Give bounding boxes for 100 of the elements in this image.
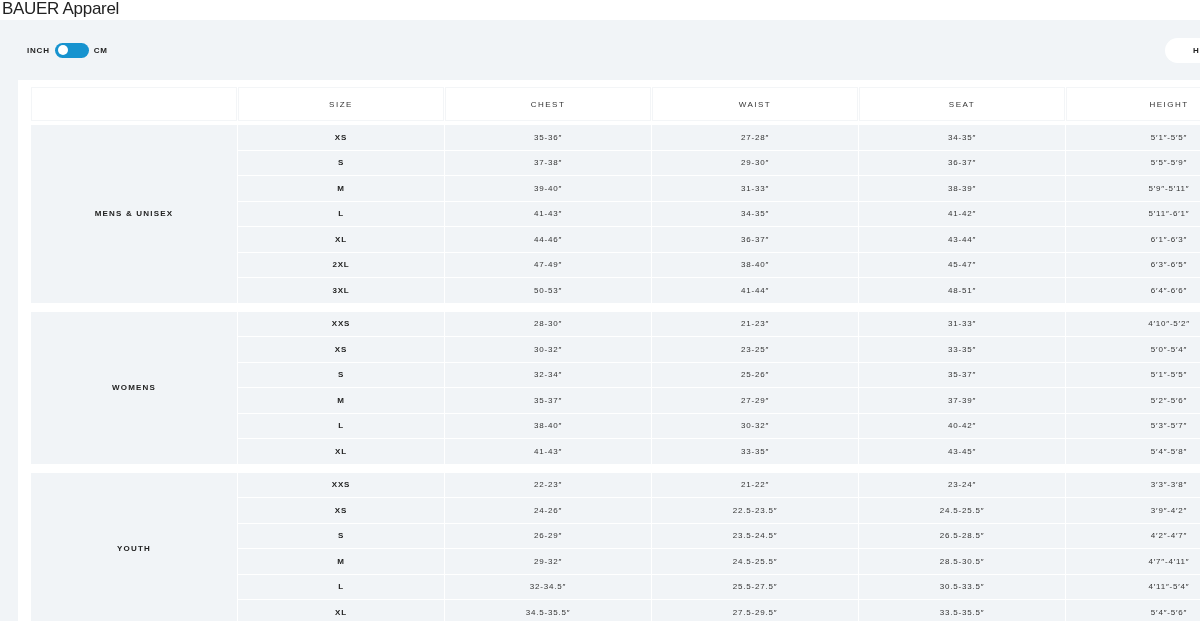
table-cell: XXS xyxy=(238,311,444,336)
table-cell: 36-37″ xyxy=(652,227,858,252)
table-cell: M xyxy=(238,176,444,201)
table-cell: 29-30″ xyxy=(652,150,858,175)
table-cell: 5′4″-5′8″ xyxy=(1066,439,1200,464)
table-cell: 44-46″ xyxy=(445,227,651,252)
table-cell: 4′10″-5′2″ xyxy=(1066,311,1200,336)
table-cell: 36-37″ xyxy=(859,150,1065,175)
table-cell: 4′2″-4′7″ xyxy=(1066,523,1200,548)
table-cell: 30-32″ xyxy=(445,337,651,362)
column-header: WAIST xyxy=(652,87,858,121)
table-cell: 39-40″ xyxy=(445,176,651,201)
table-cell: 33-35″ xyxy=(652,439,858,464)
table-cell: 5′4″-5′6″ xyxy=(1066,600,1200,621)
unit-label: INCH xyxy=(27,45,50,55)
table-cell: XL xyxy=(238,439,444,464)
table-cell: XS xyxy=(238,337,444,362)
table-cell: 48-51″ xyxy=(859,278,1065,303)
column-header: SIZE xyxy=(238,87,444,121)
table-cell: 43-45″ xyxy=(859,439,1065,464)
table-cell: 37-39″ xyxy=(859,388,1065,413)
table-cell: 30.5-33.5″ xyxy=(859,574,1065,599)
table-cell: 43-44″ xyxy=(859,227,1065,252)
table-cell: 33.5-35.5″ xyxy=(859,600,1065,621)
table-cell: 24.5-25.5″ xyxy=(859,498,1065,523)
table-cell: L xyxy=(238,413,444,438)
table-cell: 25.5-27.5″ xyxy=(652,574,858,599)
table-cell: 32-34″ xyxy=(445,362,651,387)
table-cell: S xyxy=(238,523,444,548)
table-cell: 38-40″ xyxy=(652,252,858,277)
group-cell: YOUTH xyxy=(31,472,237,621)
table-cell: L xyxy=(238,574,444,599)
column-header: CHEST xyxy=(445,87,651,121)
table-cell: 24-26″ xyxy=(445,498,651,523)
table-cell: 28-30″ xyxy=(445,311,651,336)
table-cell: 4′7″-4′11″ xyxy=(1066,549,1200,574)
table-cell: 6′1″-6′3″ xyxy=(1066,227,1200,252)
table-cell: XS xyxy=(238,125,444,150)
table-cell: 41-43″ xyxy=(445,439,651,464)
table-cell: 41-44″ xyxy=(652,278,858,303)
table-cell: 5′11″-6′1″ xyxy=(1066,201,1200,226)
table-cell: S xyxy=(238,150,444,175)
table-cell: XL xyxy=(238,600,444,621)
table-cell: 23.5-24.5″ xyxy=(652,523,858,548)
table-cell: 34.5-35.5″ xyxy=(445,600,651,621)
table-cell: 23-25″ xyxy=(652,337,858,362)
table-cell: 38-39″ xyxy=(859,176,1065,201)
table-cell: 5′2″-5′6″ xyxy=(1066,388,1200,413)
table-cell: 5′5″-5′9″ xyxy=(1066,150,1200,175)
table-cell: 47-49″ xyxy=(445,252,651,277)
table-cell: 37-38″ xyxy=(445,150,651,175)
table-cell: 5′1″-5′5″ xyxy=(1066,125,1200,150)
table-cell: XS xyxy=(238,498,444,523)
table-cell: 27.5-29.5″ xyxy=(652,600,858,621)
table-cell: 25-26″ xyxy=(652,362,858,387)
table-cell: 26.5-28.5″ xyxy=(859,523,1065,548)
table-cell: 21-22″ xyxy=(652,472,858,497)
table-cell: 6′4″-6′6″ xyxy=(1066,278,1200,303)
table-cell: 22-23″ xyxy=(445,472,651,497)
table-cell: 6′3″-6′5″ xyxy=(1066,252,1200,277)
table-cell: 27-28″ xyxy=(652,125,858,150)
table-cell: 45-47″ xyxy=(859,252,1065,277)
table-cell: 4′11″-5′4″ xyxy=(1066,574,1200,599)
table-cell: 41-42″ xyxy=(859,201,1065,226)
column-header: SEAT xyxy=(859,87,1065,121)
table-cell: 3XL xyxy=(238,278,444,303)
table-cell: XL xyxy=(238,227,444,252)
table-cell: 3′9″-4′2″ xyxy=(1066,498,1200,523)
table-cell: 33-35″ xyxy=(859,337,1065,362)
table-cell: 21-23″ xyxy=(652,311,858,336)
table-cell: 26-29″ xyxy=(445,523,651,548)
table-cell: 29-32″ xyxy=(445,549,651,574)
table-cell: XXS xyxy=(238,472,444,497)
unit-label: CM xyxy=(93,45,108,55)
table-cell: S xyxy=(238,362,444,387)
table-cell: 31-33″ xyxy=(859,311,1065,336)
group-cell: WOMENS xyxy=(31,311,237,464)
table-cell: 41-43″ xyxy=(445,201,651,226)
unit-switch[interactable] xyxy=(54,42,89,58)
table-cell: M xyxy=(238,549,444,574)
table-cell: 27-29″ xyxy=(652,388,858,413)
table-cell: 28.5-30.5″ xyxy=(859,549,1065,574)
table-cell: 35-37″ xyxy=(859,362,1065,387)
table-cell: 5′9″-5′11″ xyxy=(1066,176,1200,201)
height-button[interactable]: H xyxy=(1165,37,1200,63)
table-cell: 24.5-25.5″ xyxy=(652,549,858,574)
table-cell: 35-37″ xyxy=(445,388,651,413)
table-cell: 3′3″-3′8″ xyxy=(1066,472,1200,497)
table-cell: 50-53″ xyxy=(445,278,651,303)
table-cell: 23-24″ xyxy=(859,472,1065,497)
table-cell: L xyxy=(238,201,444,226)
group-cell: MENS & UNISEX xyxy=(31,125,237,303)
table-cell: M xyxy=(238,388,444,413)
table-cell: 34-35″ xyxy=(859,125,1065,150)
table-cell: 35-36″ xyxy=(445,125,651,150)
table-cell: 31-33″ xyxy=(652,176,858,201)
table-cell: 5′1″-5′5″ xyxy=(1066,362,1200,387)
table-cell: 2XL xyxy=(238,252,444,277)
table-cell: 40-42″ xyxy=(859,413,1065,438)
table-cell: 5′0″-5′4″ xyxy=(1066,337,1200,362)
